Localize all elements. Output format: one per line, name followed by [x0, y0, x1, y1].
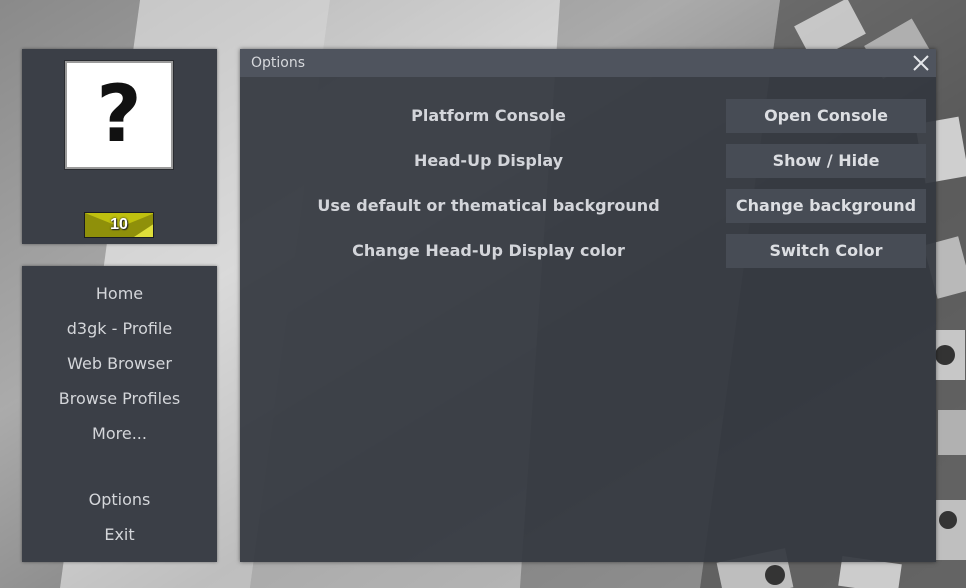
- nav-item-web-browser[interactable]: Web Browser: [22, 353, 217, 375]
- option-label-hud-color: Change Head-Up Display color: [352, 241, 625, 260]
- level-number: 10: [110, 216, 128, 233]
- open-console-button[interactable]: Open Console: [726, 99, 926, 133]
- option-label-hud: Head-Up Display: [413, 151, 564, 170]
- nav-item-browse-profiles[interactable]: Browse Profiles: [22, 388, 217, 410]
- nav-item-home[interactable]: Home: [22, 283, 217, 305]
- window-titlebar[interactable]: Options: [240, 49, 936, 77]
- switch-color-button[interactable]: Switch Color: [726, 234, 926, 268]
- close-button[interactable]: [910, 52, 932, 74]
- avatar[interactable]: ?: [64, 60, 174, 170]
- window-title: Options: [251, 55, 306, 71]
- nav-item-options[interactable]: Options: [22, 489, 217, 511]
- options-window: Options Platform Console Open Console He…: [240, 49, 936, 562]
- nav-item-exit[interactable]: Exit: [22, 524, 217, 546]
- nav-item-profile[interactable]: d3gk - Profile: [22, 318, 217, 340]
- sidebar-nav: Home d3gk - Profile Web Browser Browse P…: [22, 266, 217, 562]
- option-label-background: Use default or thematical background: [317, 196, 660, 215]
- change-background-button[interactable]: Change background: [726, 189, 926, 223]
- show-hide-hud-button[interactable]: Show / Hide: [726, 144, 926, 178]
- avatar-placeholder-glyph: ?: [96, 70, 142, 160]
- profile-card: ? 10: [22, 49, 217, 244]
- option-label-platform-console: Platform Console: [411, 106, 566, 125]
- level-badge: 10: [84, 212, 154, 238]
- nav-item-more[interactable]: More...: [22, 423, 217, 445]
- close-icon: [913, 55, 929, 71]
